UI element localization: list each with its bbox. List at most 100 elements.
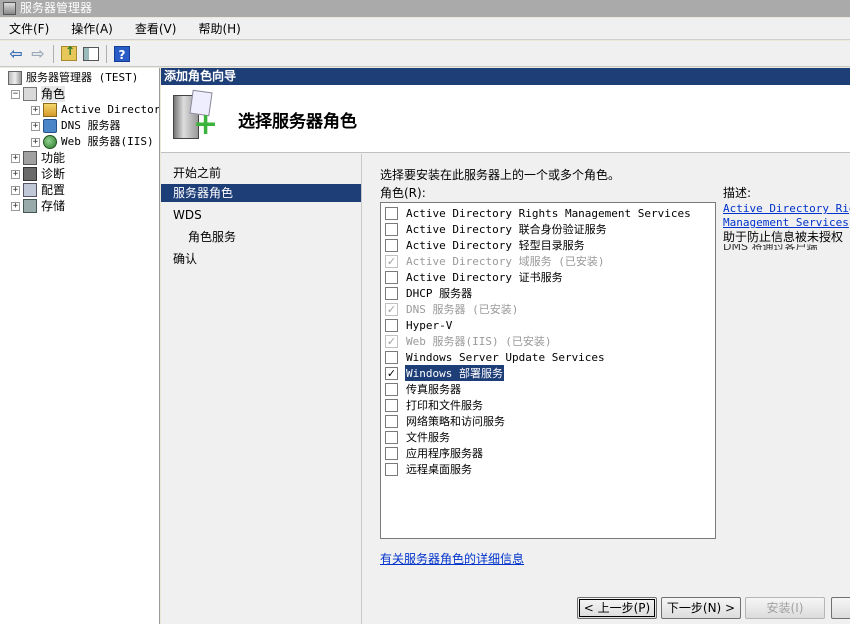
role-item[interactable]: 打印和文件服务 (385, 397, 484, 413)
tree-item-configuration[interactable]: + 配置 (11, 182, 65, 198)
role-checkbox[interactable] (385, 270, 398, 284)
menu-action[interactable]: 操作(A) (68, 18, 116, 39)
previous-button[interactable]: < 上一步(P) (577, 597, 657, 619)
tree-item-root[interactable]: 服务器管理器 (TEST) (8, 70, 138, 86)
help-button[interactable]: ? (112, 44, 132, 64)
role-checkbox: ✓ (385, 254, 398, 268)
role-item: ✓ Active Directory 域服务 (已安装) (385, 253, 605, 269)
role-label: 应用程序服务器 (406, 447, 483, 460)
tree-label-configuration: 配置 (41, 183, 66, 197)
tree-item-web-server[interactable]: + Web 服务器(IIS) (31, 134, 154, 150)
configuration-icon (23, 183, 37, 197)
step-wds[interactable]: WDS (161, 206, 361, 224)
description-link-continued[interactable]: Management Services (723, 216, 850, 230)
server-manager-icon (3, 2, 16, 15)
role-checkbox[interactable] (385, 382, 398, 396)
role-checkbox[interactable] (385, 206, 398, 220)
show-hide-tree-button[interactable] (81, 44, 101, 64)
tree-item-dns[interactable]: + DNS 服务器 (31, 118, 121, 134)
role-item[interactable]: 远程桌面服务 (385, 461, 473, 477)
role-item: ✓ Web 服务器(IIS) (已安装) (385, 333, 552, 349)
tree-item-storage[interactable]: + 存储 (11, 198, 65, 214)
role-item[interactable]: Active Directory Rights Management Servi… (385, 205, 692, 221)
toolbar-separator (53, 44, 54, 63)
role-checkbox[interactable] (385, 318, 398, 332)
next-button[interactable]: 下一步(N) > (661, 597, 741, 619)
diagnostics-icon (23, 167, 37, 181)
role-checkbox[interactable] (385, 398, 398, 412)
toolbar: ⇦ ⇨ ? (0, 41, 850, 67)
instruction-text: 选择要安装在此服务器上的一个或多个角色。 (380, 168, 621, 182)
role-item[interactable]: Active Directory 轻型目录服务 (385, 237, 586, 253)
tree-label-storage: 存储 (41, 199, 66, 213)
role-checkbox[interactable] (385, 462, 398, 476)
tree-item-active-directory[interactable]: + Active Directory (31, 102, 159, 118)
server-icon (8, 71, 22, 85)
expand-icon[interactable]: + (11, 169, 20, 179)
role-item[interactable]: Windows Server Update Services (385, 349, 606, 365)
step-confirmation[interactable]: 确认 (161, 250, 361, 268)
role-checkbox[interactable] (385, 446, 398, 460)
tree-item-roles[interactable]: − 角色 (11, 86, 66, 102)
step-role-services[interactable]: 角色服务 (161, 228, 361, 246)
role-item[interactable]: Hyper-V (385, 317, 453, 333)
role-label: DNS 服务器 (已安装) (406, 303, 519, 316)
role-checkbox[interactable] (385, 414, 398, 428)
step-before-you-begin[interactable]: 开始之前 (161, 164, 361, 182)
role-item[interactable]: DHCP 服务器 (385, 285, 473, 301)
role-item[interactable]: Active Directory 证书服务 (385, 269, 564, 285)
role-label: Active Directory 证书服务 (406, 271, 563, 284)
tree-label-diagnostics: 诊断 (41, 167, 66, 181)
role-label: Active Directory 域服务 (已安装) (406, 255, 605, 268)
role-checkbox[interactable] (385, 430, 398, 444)
tree-label-root: 服务器管理器 (TEST) (26, 71, 139, 84)
role-label: Windows Server Update Services (406, 350, 605, 364)
step-server-roles[interactable]: 服务器角色 (161, 184, 361, 202)
expand-icon[interactable]: + (11, 153, 20, 163)
expand-icon[interactable]: + (31, 105, 40, 115)
collapse-icon[interactable]: − (11, 89, 20, 99)
roles-list[interactable]: Active Directory Rights Management Servi… (380, 202, 716, 539)
role-label: Web 服务器(IIS) (已安装) (406, 335, 552, 348)
role-checkbox[interactable] (385, 238, 398, 252)
active-directory-icon (43, 103, 57, 117)
menu-view[interactable]: 查看(V) (132, 18, 180, 39)
roles-icon (23, 87, 37, 101)
tree-item-diagnostics[interactable]: + 诊断 (11, 166, 65, 182)
tree-item-features[interactable]: + 功能 (11, 150, 65, 166)
role-checkbox[interactable] (385, 222, 398, 236)
role-checkbox: ✓ (385, 302, 398, 316)
role-checkbox[interactable]: ✓ (385, 366, 398, 380)
role-label: 传真服务器 (406, 383, 461, 396)
expand-icon[interactable]: + (31, 121, 40, 131)
install-button[interactable]: 安装(I) (745, 597, 825, 619)
tree-label-web-server: Web 服务器(IIS) (61, 135, 154, 148)
role-item[interactable]: 传真服务器 (385, 381, 462, 397)
role-checkbox[interactable] (385, 286, 398, 300)
up-level-button[interactable] (59, 44, 79, 64)
description-text: 助于防止信息被未授权 (723, 230, 844, 244)
back-button[interactable]: ⇦ (6, 44, 26, 64)
menu-help[interactable]: 帮助(H) (195, 18, 243, 39)
role-item[interactable]: ✓ Windows 部署服务 (385, 365, 504, 381)
role-checkbox[interactable] (385, 350, 398, 364)
forward-button[interactable]: ⇨ (28, 44, 48, 64)
menu-file[interactable]: 文件(F) (6, 18, 52, 39)
expand-icon[interactable]: + (11, 201, 20, 211)
role-item[interactable]: 文件服务 (385, 429, 451, 445)
cancel-button[interactable] (831, 597, 850, 619)
more-info-link[interactable]: 有关服务器角色的详细信息 (380, 550, 524, 567)
expand-icon[interactable]: + (31, 137, 40, 147)
role-label: 网络策略和访问服务 (406, 415, 505, 428)
description-link[interactable]: Active Directory Rights (723, 202, 850, 216)
window-title: 服务器管理器 (20, 1, 93, 15)
wizard-header: + 选择服务器角色 (161, 85, 850, 153)
description-text-clipped: DMS 将通过客户端 (723, 244, 850, 250)
expand-icon[interactable]: + (11, 185, 20, 195)
role-label: 打印和文件服务 (406, 399, 483, 412)
dns-server-icon (43, 119, 57, 133)
role-item[interactable]: Active Directory 联合身份验证服务 (385, 221, 608, 237)
role-item[interactable]: 应用程序服务器 (385, 445, 484, 461)
role-label: Active Directory Rights Management Servi… (406, 206, 691, 220)
role-item[interactable]: 网络策略和访问服务 (385, 413, 506, 429)
